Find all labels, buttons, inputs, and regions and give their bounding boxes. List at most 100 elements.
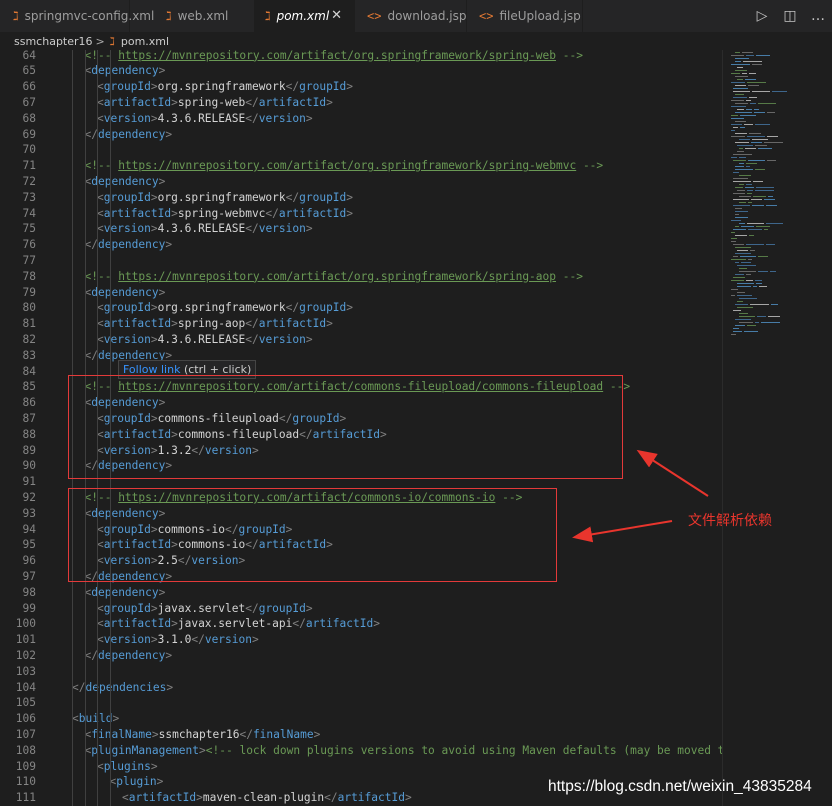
minimap-line [731, 334, 736, 335]
minimap-line [735, 208, 742, 209]
minimap-line [758, 103, 776, 104]
minimap-line [751, 142, 762, 143]
minimap-line [733, 154, 752, 155]
minimap-line [739, 268, 747, 269]
minimap-line [752, 205, 764, 206]
minimap-line [755, 190, 774, 191]
minimap-line [755, 124, 770, 125]
minimap-line [733, 193, 745, 194]
minimap-line [735, 52, 740, 53]
minimap-line [767, 136, 778, 137]
minimap-line [735, 103, 748, 104]
minimap-line [737, 292, 745, 293]
minimap-line [739, 313, 748, 314]
minimap-line [758, 256, 768, 257]
minimap-line [753, 196, 766, 197]
minimap-line [746, 100, 751, 101]
minimap-line [754, 112, 765, 113]
minimap[interactable] [722, 50, 832, 806]
minimap-line [768, 316, 780, 317]
minimap-line [739, 139, 750, 140]
minimap-line [740, 127, 745, 128]
minimap-line [733, 88, 748, 89]
minimap-line [755, 322, 759, 323]
minimap-line [748, 160, 765, 161]
minimap-line [739, 196, 751, 197]
minimap-line [735, 142, 749, 143]
minimap-line [735, 235, 747, 236]
minimap-line [745, 187, 754, 188]
minimap-line [737, 286, 751, 287]
minimap-line [731, 130, 735, 131]
minimap-line [731, 100, 744, 101]
minimap-line [735, 169, 753, 170]
minimap-line [733, 244, 744, 245]
minimap-line [746, 280, 753, 281]
minimap-line [735, 304, 748, 305]
minimap-line [737, 190, 745, 191]
minimap-line [735, 58, 749, 59]
minimap-line [753, 286, 757, 287]
minimap-line [735, 85, 746, 86]
minimap-line [746, 163, 757, 164]
minimap-line [737, 295, 752, 296]
minimap-line [735, 247, 751, 248]
minimap-line [731, 82, 745, 83]
minimap-line [733, 91, 750, 92]
minimap-line [747, 325, 756, 326]
minimap-line [744, 124, 753, 125]
minimap-line [764, 142, 783, 143]
minimap-line [755, 280, 762, 281]
minimap-line [733, 178, 748, 179]
minimap-line [749, 133, 761, 134]
minimap-line [756, 226, 770, 227]
minimap-line [731, 157, 737, 158]
minimap-line [731, 289, 738, 290]
minimap-line [733, 160, 746, 161]
minimap-line [766, 244, 775, 245]
minimap-line [733, 229, 746, 230]
minimap-line [731, 124, 742, 125]
minimap-line [737, 79, 743, 80]
minimap-line [746, 244, 764, 245]
minimap-line [758, 148, 772, 149]
minimap-line [758, 271, 768, 272]
minimap-line [735, 187, 743, 188]
minimap-line [751, 199, 762, 200]
minimap-line [737, 265, 756, 266]
minimap-line [747, 82, 766, 83]
minimap-line [741, 226, 754, 227]
minimap-line [750, 304, 769, 305]
minimap-line [731, 115, 738, 116]
minimap-line [731, 232, 735, 233]
minimap-line [731, 136, 745, 137]
minimap-line [748, 229, 762, 230]
minimap-line [735, 211, 748, 212]
minimap-line [737, 301, 743, 302]
minimap-line [735, 217, 748, 218]
minimap-line [739, 163, 744, 164]
arrow-to-fileupload [636, 449, 709, 497]
minimap-line [739, 157, 746, 158]
minimap-line [735, 61, 741, 62]
minimap-line [731, 238, 737, 239]
minimap-line [743, 61, 762, 62]
minimap-line [748, 85, 759, 86]
minimap-line [737, 250, 748, 251]
minimap-line [735, 253, 751, 254]
minimap-line [756, 55, 770, 56]
minimap-line [748, 259, 752, 260]
minimap-line [733, 97, 747, 98]
minimap-line [744, 331, 758, 332]
minimap-line [733, 127, 738, 128]
minimap-line [761, 322, 780, 323]
minimap-line [746, 274, 751, 275]
minimap-line [748, 202, 752, 203]
minimap-line [746, 184, 752, 185]
minimap-line [756, 283, 762, 284]
minimap-line [733, 310, 741, 311]
minimap-line [739, 223, 745, 224]
minimap-line [741, 262, 751, 263]
minimap-line [739, 184, 744, 185]
minimap-line [731, 295, 735, 296]
